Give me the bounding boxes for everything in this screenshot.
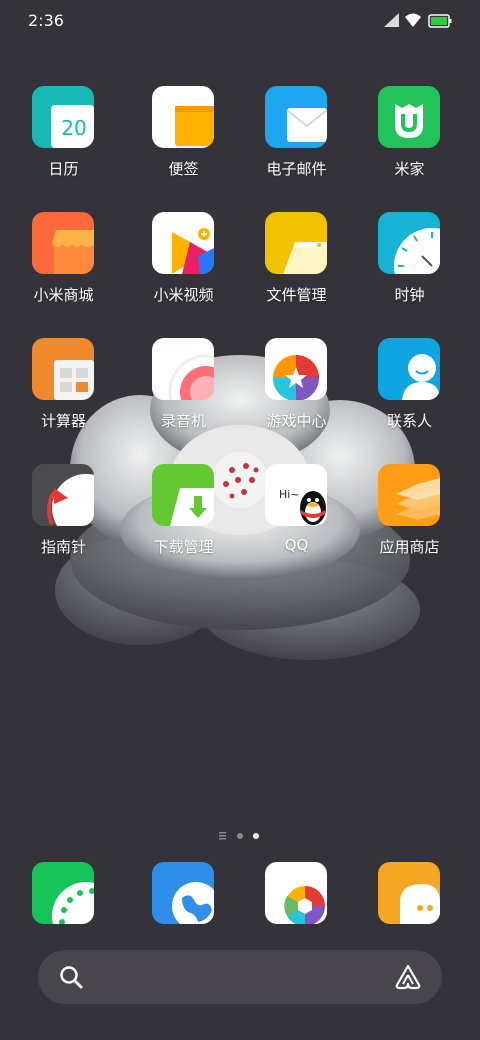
app-app-store[interactable]: 应用商店	[353, 464, 466, 574]
app-game-center[interactable]: 游戏中心	[240, 338, 353, 448]
game-center-icon	[265, 338, 327, 400]
mi-video-icon	[152, 212, 214, 274]
qq-penguin-icon: Hi~	[265, 464, 327, 526]
clock-icon	[378, 212, 440, 274]
dock-messages[interactable]	[353, 862, 466, 926]
app-label: 游戏中心	[266, 412, 327, 430]
compass-icon	[32, 464, 94, 526]
app-mi-store[interactable]: 小米商城	[7, 212, 120, 322]
app-label: 小米商城	[33, 286, 94, 304]
calculator-icon	[32, 338, 94, 400]
app-contacts[interactable]: 联系人	[353, 338, 466, 448]
app-mijia[interactable]: 米家	[353, 86, 466, 196]
app-label: 联系人	[386, 412, 432, 430]
app-label: 小米视频	[153, 286, 214, 304]
wifi-icon	[405, 13, 421, 27]
feed-page-icon	[219, 832, 226, 840]
dock	[0, 862, 480, 926]
recorder-icon	[152, 338, 214, 400]
phone-icon	[32, 862, 94, 924]
app-calculator[interactable]: 计算器	[7, 338, 120, 448]
dock-phone[interactable]	[7, 862, 120, 926]
download-icon	[152, 464, 214, 526]
mijia-icon	[378, 86, 440, 148]
app-label: 文件管理	[266, 286, 327, 304]
app-label: 便签	[168, 160, 199, 178]
assistant-icon[interactable]	[394, 963, 422, 991]
app-label: 时钟	[394, 286, 425, 304]
messages-icon	[378, 862, 440, 924]
dock-camera[interactable]	[240, 862, 353, 926]
app-store-icon	[378, 464, 440, 526]
app-label: 日历	[48, 160, 79, 178]
app-compass[interactable]: 指南针	[7, 464, 120, 574]
status-bar: 2:36	[0, 0, 480, 40]
app-label: 指南针	[40, 538, 86, 556]
app-mi-video[interactable]: 小米视频	[127, 212, 240, 322]
calendar-icon: 20	[32, 86, 94, 148]
qq-greeting: Hi~	[279, 488, 300, 501]
cellular-signal-icon	[384, 13, 399, 27]
mi-store-icon	[32, 212, 94, 274]
app-recorder[interactable]: 录音机	[127, 338, 240, 448]
dock-browser[interactable]	[127, 862, 240, 926]
status-icons	[384, 13, 452, 28]
app-file-manager[interactable]: 文件管理	[240, 212, 353, 322]
camera-icon	[265, 862, 327, 924]
app-calendar[interactable]: 20 日历	[7, 86, 120, 196]
calendar-day: 20	[61, 116, 86, 140]
app-label: 电子邮件	[266, 160, 327, 178]
contacts-icon	[378, 338, 440, 400]
app-clock[interactable]: 时钟	[353, 212, 466, 322]
page-dot-1	[237, 833, 243, 839]
app-label: 下载管理	[153, 538, 214, 556]
search-bar[interactable]	[38, 950, 442, 1004]
app-label: 录音机	[160, 412, 206, 430]
app-label: 应用商店	[379, 538, 440, 556]
notes-icon	[152, 86, 214, 148]
app-label: 米家	[394, 160, 425, 178]
app-notes[interactable]: 便签	[127, 86, 240, 196]
search-icon[interactable]	[58, 964, 84, 990]
page-indicator[interactable]	[0, 830, 480, 842]
page-dot-2-active	[253, 833, 259, 839]
app-label: QQ	[284, 536, 309, 554]
app-email[interactable]: 电子邮件	[240, 86, 353, 196]
folder-icon	[265, 212, 327, 274]
app-qq[interactable]: Hi~ QQ	[240, 464, 353, 574]
battery-icon	[428, 14, 452, 28]
browser-icon	[152, 862, 214, 924]
app-label: 计算器	[40, 412, 86, 430]
app-downloads[interactable]: 下载管理	[127, 464, 240, 574]
status-time: 2:36	[28, 11, 64, 30]
email-icon	[265, 86, 327, 148]
